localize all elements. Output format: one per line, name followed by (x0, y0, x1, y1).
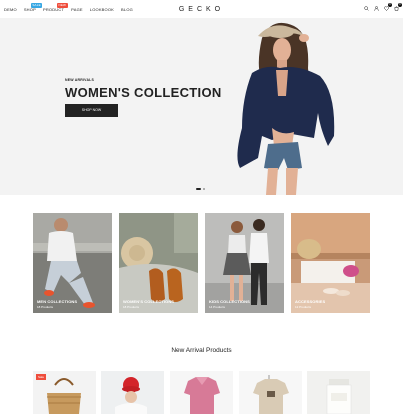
women-collection-image (119, 213, 198, 313)
accessories-image (291, 213, 370, 313)
product-image-beige-tee (239, 371, 302, 414)
men-collection-image (33, 213, 112, 313)
site-header: DEMO SHOP Sale PRODUCT New PAGE LOOKBOOK B… (0, 0, 403, 18)
product-image-red-hat (101, 371, 164, 414)
product-grid: Sale (33, 371, 370, 414)
shop-now-button[interactable]: SHOP NOW (65, 104, 118, 117)
hero-banner: NEW ARRIVALS WOMEN'S COLLECTION SHOP NOW (0, 18, 403, 195)
hero-model-image (237, 22, 335, 195)
product-card[interactable] (101, 371, 164, 414)
slider-dot[interactable] (203, 188, 205, 190)
product-card[interactable]: Sale (33, 371, 96, 414)
kids-collection-image (205, 213, 284, 313)
product-card[interactable] (170, 371, 233, 414)
cart-icon[interactable]: 0 (394, 3, 402, 11)
sale-badge: Sale (36, 374, 47, 380)
category-card-accessories[interactable]: ACCESSORIES 12 Products (291, 213, 370, 313)
category-count: 18 Products (37, 305, 54, 309)
user-icon[interactable] (374, 6, 379, 11)
slider-dots (196, 188, 205, 190)
header-icons: 0 0 (364, 3, 402, 11)
category-card-kids[interactable]: KIDS COLLECTIONS 14 Products (205, 213, 284, 313)
category-name: MEN COLLECTIONS (37, 299, 78, 304)
product-image-pink-shirt (170, 371, 233, 414)
hero-title: WOMEN'S COLLECTION (65, 85, 222, 100)
category-count: 18 Products (123, 305, 140, 309)
site-logo[interactable]: GECKO (0, 6, 403, 13)
category-name: KIDS COLLECTIONS (209, 299, 250, 304)
wishlist-count: 0 (388, 3, 392, 7)
category-grid: MEN COLLECTIONS 18 Products WOMEN'S COLL… (33, 213, 370, 313)
category-name: ACCESSORIES (295, 299, 326, 304)
product-card[interactable] (307, 371, 370, 414)
category-count: 12 Products (295, 305, 312, 309)
slider-dot-active[interactable] (196, 188, 201, 190)
hero-subtitle: NEW ARRIVALS (65, 78, 95, 82)
category-card-men[interactable]: MEN COLLECTIONS 18 Products (33, 213, 112, 313)
product-card[interactable] (239, 371, 302, 414)
search-icon[interactable] (364, 6, 369, 11)
product-image-candle (307, 371, 370, 414)
category-count: 14 Products (209, 305, 226, 309)
category-card-women[interactable]: WOMEN'S COLLECTIONS 18 Products (119, 213, 198, 313)
cart-count: 0 (398, 3, 402, 7)
section-title: New Arrival Products (171, 347, 232, 354)
category-name: WOMEN'S COLLECTIONS (123, 299, 175, 304)
wishlist-icon[interactable]: 0 (384, 3, 392, 11)
